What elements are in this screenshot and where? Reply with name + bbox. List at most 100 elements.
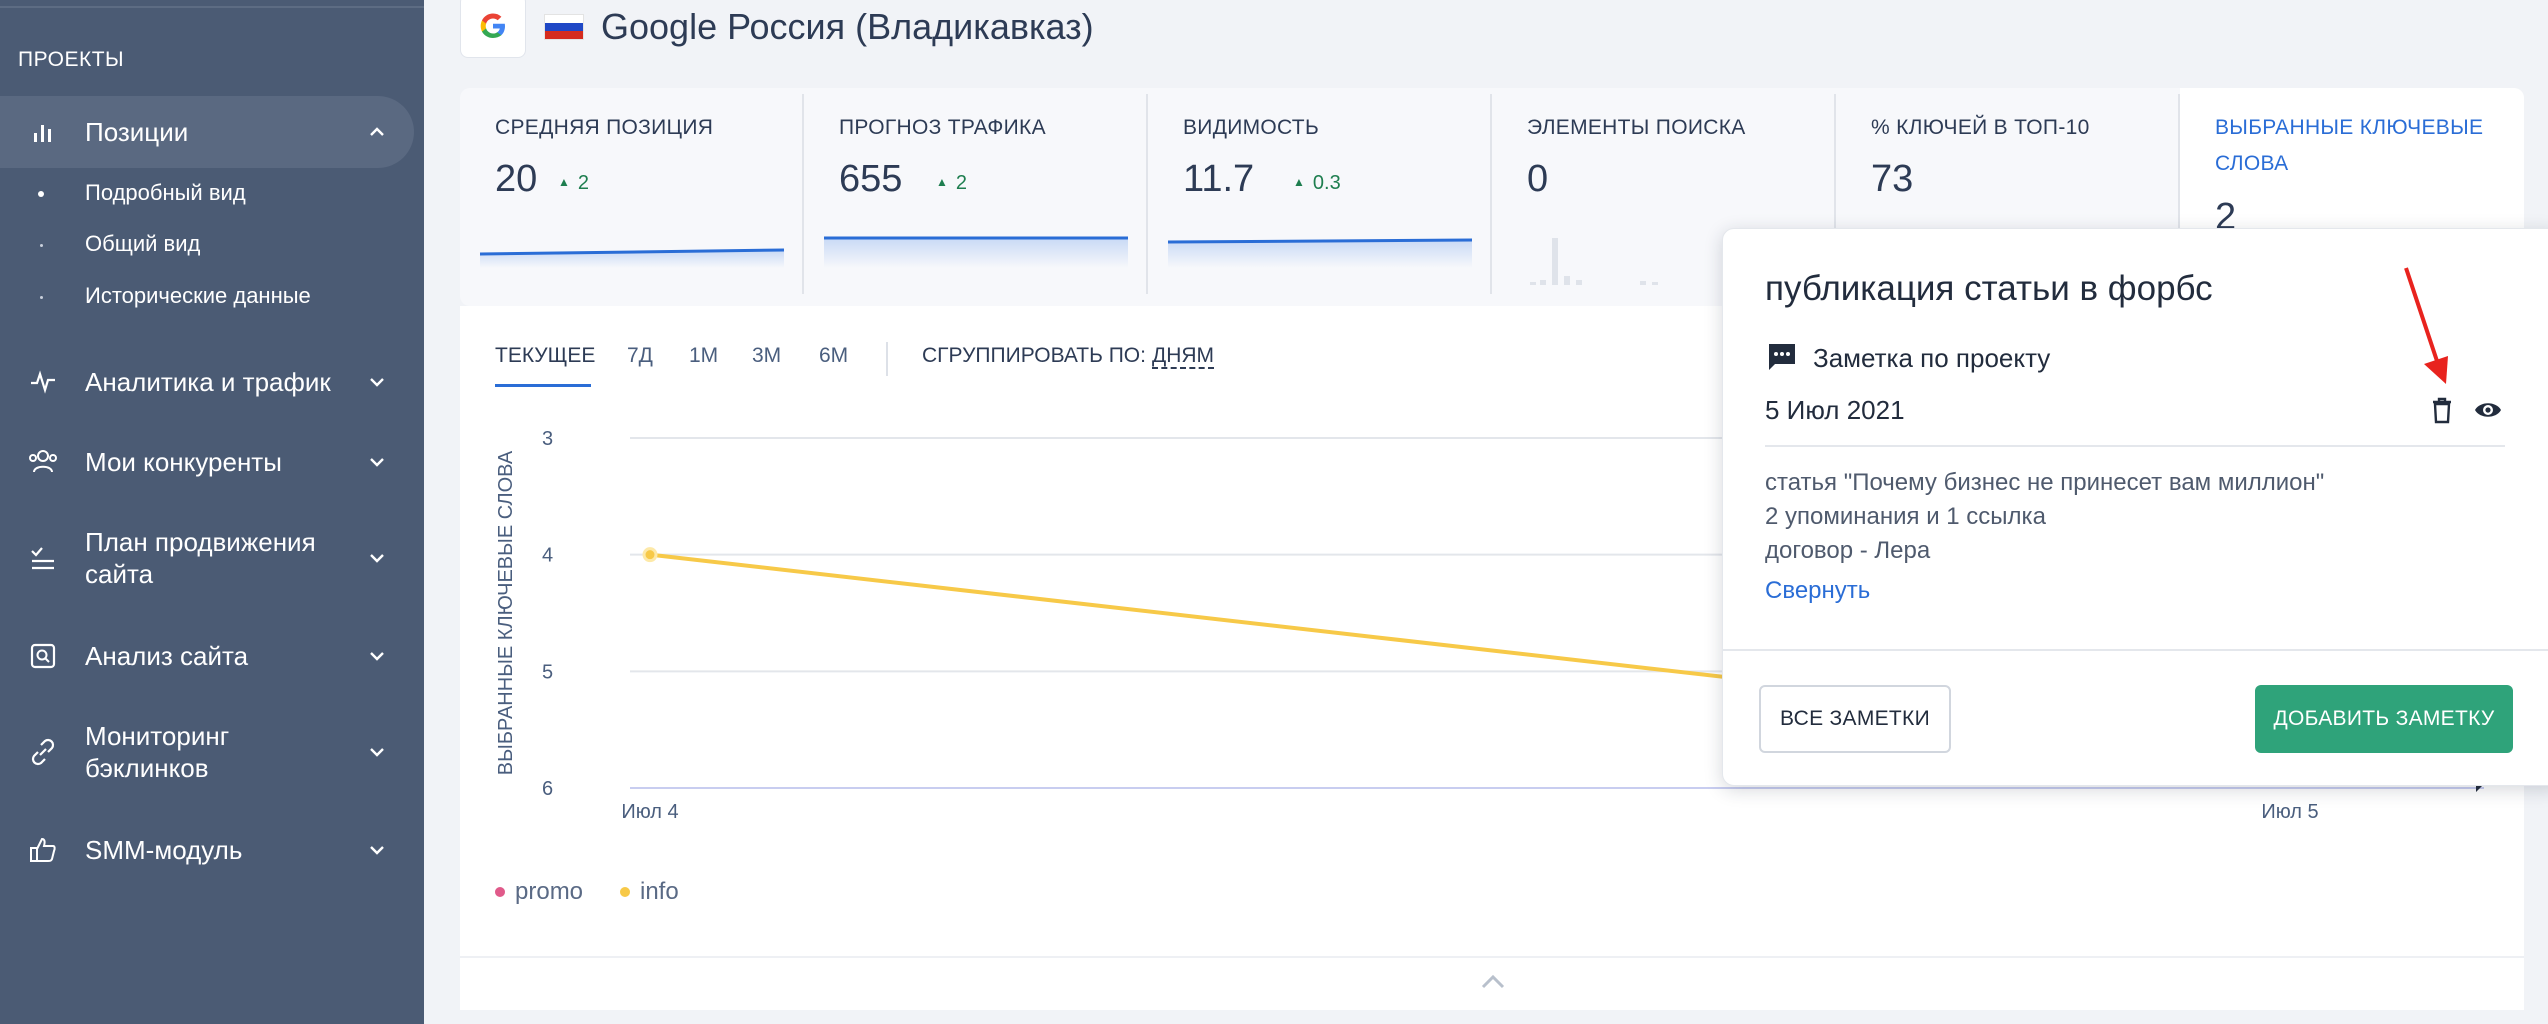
metric-sparkline: [824, 236, 1128, 268]
sidebar-item-backlinks[interactable]: Мониторинг бэклинков: [0, 720, 424, 784]
legend-label: promo: [515, 878, 584, 905]
tabs-divider: [886, 342, 888, 376]
chevron-down-icon: [370, 378, 384, 387]
metric-value: 20: [495, 158, 538, 200]
note-type: Заметка по проекту: [1765, 341, 2050, 375]
metric-title: % КЛЮЧЕЙ В ТОП-10: [1871, 116, 2090, 139]
sidebar: ПРОЕКТЫ Позиции Подробный вид Общий вид …: [0, 0, 424, 1024]
collapse-link[interactable]: Свернуть: [1765, 577, 1870, 605]
y-tick-label: 3: [542, 428, 553, 450]
add-note-button[interactable]: ДОБАВИТЬ ЗАМЕТКУ: [2255, 685, 2513, 753]
y-tick-label: 5: [542, 661, 553, 683]
y-tick-label: 6: [542, 778, 553, 800]
note-title: публикация статьи в форбс: [1765, 269, 2213, 308]
site-search-icon: [26, 639, 60, 673]
metric-delta: 0.3: [1293, 172, 1341, 195]
tab-1m[interactable]: 1М: [689, 344, 718, 368]
page-title: Google Россия (Владикавказ): [601, 6, 1094, 47]
metric-title: ВИДИМОСТЬ: [1183, 116, 1320, 139]
legend-item-info[interactable]: info: [620, 878, 679, 906]
note-type-label: Заметка по проекту: [1813, 342, 2051, 373]
metric-title: ЭЛЕМЕНТЫ ПОИСКА: [1527, 116, 1746, 139]
russia-flag-icon: [544, 14, 584, 40]
sidebar-item-label: SMM-модуль: [85, 835, 243, 865]
google-logo: [460, 0, 526, 58]
sidebar-item-label: Аналитика и трафик: [85, 367, 331, 397]
metric-title: СРЕДНЯЯ ПОЗИЦИЯ: [495, 116, 714, 139]
note-header-divider: [1765, 445, 2505, 447]
x-tick-label: Июл 5: [2261, 801, 2318, 823]
note-text-line: 2 упоминания и 1 ссылка: [1765, 503, 2046, 530]
active-tab-indicator: [495, 384, 591, 387]
subitem-bullet: [38, 191, 44, 197]
sidebar-item-site-analysis[interactable]: Анализ сайта: [0, 640, 424, 672]
sidebar-item-smm[interactable]: SMM-модуль: [0, 834, 424, 866]
chevron-down-icon: [370, 846, 384, 855]
legend-label: info: [640, 878, 679, 905]
note-text-line: статья "Почему бизнес не принесет вам ми…: [1765, 469, 2325, 496]
chevron-up-icon[interactable]: [1480, 972, 1506, 992]
legend-dot: [620, 887, 630, 897]
tab-6m[interactable]: 6М: [819, 344, 848, 368]
sidebar-item-label: Позиции: [85, 117, 189, 147]
sidebar-item-label: Анализ сайта: [85, 641, 249, 671]
sidebar-item-positions[interactable]: Позиции: [0, 116, 424, 148]
metric-value: 655: [839, 158, 903, 200]
legend-dot: [495, 887, 505, 897]
users-icon: [26, 445, 60, 479]
sidebar-item-analytics[interactable]: Аналитика и трафик: [0, 366, 424, 398]
metric-avg-position[interactable]: СРЕДНЯЯ ПОЗИЦИЯ 20 2: [460, 88, 800, 296]
all-notes-button[interactable]: ВСЕ ЗАМЕТКИ: [1759, 685, 1951, 753]
metric-delta: 2: [936, 172, 967, 195]
chevron-down-icon: [370, 652, 384, 661]
x-tick-label: Июл 4: [621, 801, 678, 823]
metric-delta: 2: [558, 172, 589, 195]
thumb-up-icon: [26, 833, 60, 867]
metric-title: ВЫБРАННЫЕ КЛЮЧЕВЫЕ СЛОВА: [2215, 116, 2484, 175]
sidebar-item-label: План продвижения сайта: [85, 527, 316, 589]
sidebar-subitem-detailed[interactable]: Подробный вид: [85, 180, 246, 206]
chevron-down-icon: [370, 458, 384, 467]
metric-sparkline: [479, 248, 785, 268]
pulse-icon: [26, 365, 60, 399]
card-footer-divider: [460, 956, 2524, 958]
tab-7d[interactable]: 7Д: [627, 344, 653, 368]
note-text-line: договор - Лера: [1765, 537, 1931, 564]
group-by-label: СГРУППИРОВАТЬ ПО:: [922, 344, 1146, 367]
link-icon: [26, 735, 60, 769]
subitem-bullet: [40, 296, 43, 299]
chevron-down-icon: [370, 748, 384, 757]
metric-value: 73: [1871, 158, 1914, 200]
sidebar-subitem-overview[interactable]: Общий вид: [85, 231, 200, 257]
sidebar-item-competitors[interactable]: Мои конкуренты: [0, 446, 424, 478]
tab-3m[interactable]: 3М: [752, 344, 781, 368]
red-arrow-annotation: [2404, 267, 2448, 384]
group-by-value[interactable]: ДНЯМ: [1151, 344, 1215, 369]
checklist-icon: [26, 541, 60, 575]
metric-traffic-forecast[interactable]: ПРОГНОЗ ТРАФИКА 655 2: [804, 88, 1144, 296]
sidebar-section-title: ПРОЕКТЫ: [18, 48, 125, 71]
chevron-down-icon: [370, 554, 384, 563]
y-tick-label: 4: [542, 545, 553, 567]
eye-icon[interactable]: [2473, 399, 2503, 421]
data-point-info: [642, 547, 658, 563]
metric-visibility[interactable]: ВИДИМОСТЬ 11.7 0.3: [1148, 88, 1488, 296]
metric-sparkline: [1167, 238, 1473, 268]
sidebar-item-label: Мои конкуренты: [85, 447, 282, 477]
tab-current[interactable]: ТЕКУЩЕЕ: [495, 344, 595, 368]
sidebar-item-label: Мониторинг бэклинков: [85, 721, 230, 783]
note-footer-divider: [1723, 649, 2548, 651]
sidebar-divider: [0, 6, 424, 8]
note-date: 5 Июл 2021: [1765, 395, 1905, 425]
sidebar-item-promotion-plan[interactable]: План продвижения сайта: [0, 526, 424, 590]
metric-value: 11.7: [1183, 158, 1255, 200]
group-by-control[interactable]: СГРУППИРОВАТЬ ПО: ДНЯМ: [922, 344, 1215, 369]
bar-chart-icon: [26, 115, 60, 149]
legend-item-promo[interactable]: promo: [495, 878, 583, 906]
subitem-bullet: [40, 244, 43, 247]
sidebar-subitem-history[interactable]: Исторические данные: [85, 283, 311, 309]
chevron-up-icon: [370, 127, 384, 136]
metric-value: 0: [1527, 158, 1549, 200]
metric-title: ПРОГНОЗ ТРАФИКА: [839, 116, 1046, 139]
comment-icon: [1769, 344, 1795, 370]
